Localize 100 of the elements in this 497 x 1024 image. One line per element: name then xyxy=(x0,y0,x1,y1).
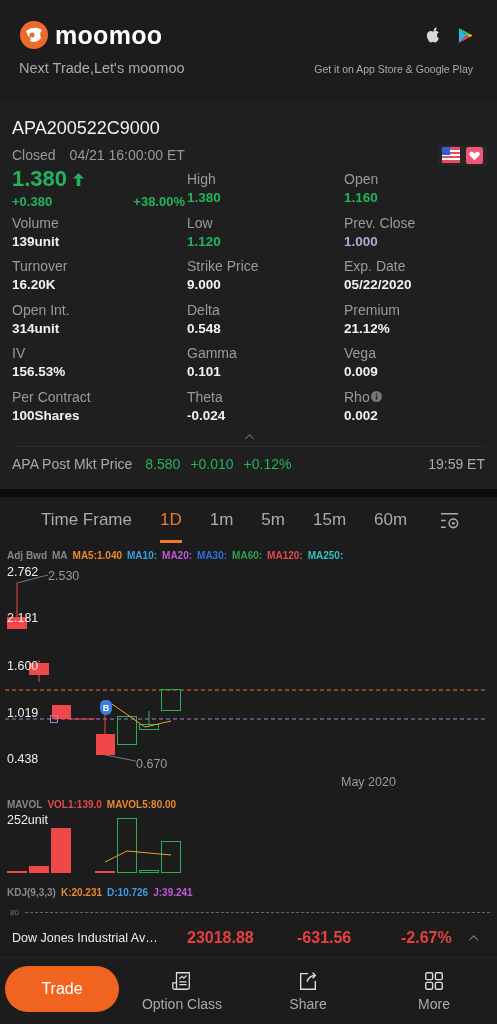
stat-label: Turnover xyxy=(12,258,68,274)
price-change-percent: +38.00% xyxy=(133,194,185,209)
candle xyxy=(52,705,71,719)
volume-bar xyxy=(51,828,71,873)
info-icon[interactable] xyxy=(370,391,382,402)
chart-document-icon[interactable] xyxy=(171,970,193,992)
stat-label: Premium xyxy=(344,301,400,318)
store-text: Get it on App Store & Google Play xyxy=(314,63,473,75)
moving-average-value: MA10: xyxy=(127,550,158,562)
time-frame-tab[interactable]: 1m xyxy=(209,497,234,543)
nav-label[interactable]: Option Class xyxy=(141,996,223,1012)
moving-average-line xyxy=(111,703,172,728)
flag-icon xyxy=(442,146,460,163)
stat-label: High xyxy=(187,171,216,187)
axis-label: 1.019 xyxy=(7,706,39,720)
post-market-change: +0.010 xyxy=(190,456,234,472)
nav-label[interactable]: More xyxy=(418,996,450,1012)
axis-label: May 2020 xyxy=(341,775,396,791)
low-label: 0.670 xyxy=(136,757,168,771)
price-change: +0.380 xyxy=(12,194,53,209)
time-frame-tab[interactable]: 1D xyxy=(160,497,182,543)
kdj-value: K:20.231 xyxy=(60,887,103,899)
buy-marker[interactable]: B xyxy=(100,700,112,715)
stat-label: IV xyxy=(12,345,26,361)
stat-label: Prev. Close xyxy=(344,214,416,231)
leader-line xyxy=(16,574,49,584)
market-status: Closed xyxy=(12,147,56,163)
stat-value: 156.53% xyxy=(12,364,67,379)
time-frame-tab[interactable]: 5m xyxy=(261,497,285,543)
expand-caret-icon[interactable] xyxy=(467,935,479,941)
volume-value: VOL1:139.0 xyxy=(47,799,102,811)
option-symbol: APA200522C9000 xyxy=(12,118,161,139)
indicator-label: MA xyxy=(52,550,68,562)
post-market-change-percent: +0.12% xyxy=(243,456,292,472)
post-market-time: 19:59 ET xyxy=(428,456,485,472)
connector-line xyxy=(70,718,96,720)
brand-name: moomoo xyxy=(55,20,163,50)
stat-value: 0.101 xyxy=(187,364,222,379)
time-frame-tab[interactable]: 60m xyxy=(374,497,408,543)
stat-value: 1.380 xyxy=(187,190,222,205)
stat-label: Vega xyxy=(344,345,376,361)
candle xyxy=(117,716,137,745)
indicator-label: KDJ(9,3,3) xyxy=(7,887,56,899)
logo-icon xyxy=(19,20,49,50)
volume-value: MAVOL5:80.00 xyxy=(106,799,177,811)
collapse-caret-icon[interactable] xyxy=(244,434,255,440)
stat-value: 0.548 xyxy=(187,320,222,336)
tagline: Next Trade,Let's moomoo xyxy=(19,60,185,76)
volume-bar xyxy=(117,818,137,873)
stat-value: 0.009 xyxy=(344,364,379,379)
play-store-icon[interactable] xyxy=(458,26,473,44)
stat-label: Delta xyxy=(187,301,220,318)
moving-average-value: MA120: xyxy=(267,550,303,562)
stat-value: 21.12% xyxy=(344,320,391,336)
kdj-value: J:39.241 xyxy=(153,887,193,899)
leader-line xyxy=(104,754,137,762)
high-label: 2.530 xyxy=(48,569,80,583)
volume-bar xyxy=(161,841,181,873)
stat-label: Open xyxy=(344,171,379,187)
indicator-label: MAVOL xyxy=(7,799,43,811)
nav-label[interactable]: Share xyxy=(289,996,327,1012)
axis-label: 0.438 xyxy=(7,752,39,766)
stat-label: Per Contract xyxy=(12,388,91,405)
quote-time: 04/21 16:00:00 ET xyxy=(69,147,185,163)
index-name: Dow Jones Industrial Av… xyxy=(12,931,159,945)
adjust-label: Adj Bwd xyxy=(7,550,47,562)
last-price: 1.380 xyxy=(12,166,68,192)
post-market-price: 8.580 xyxy=(145,456,181,472)
stat-label: Rho xyxy=(344,388,370,405)
stat-label: Volume xyxy=(12,214,59,231)
stat-value: 139unit xyxy=(12,233,61,249)
moving-average-value: MA60: xyxy=(232,550,263,562)
stat-value: 0.002 xyxy=(344,407,379,423)
axis-label: 252unit xyxy=(7,813,48,827)
stat-value: 9.000 xyxy=(187,277,222,292)
axis-label: 2.762 xyxy=(7,565,39,579)
stat-label: Gamma xyxy=(187,345,237,361)
kdj-value: D:10.726 xyxy=(107,887,149,899)
moving-average-line xyxy=(104,850,172,863)
volume-bar xyxy=(139,870,159,873)
stat-label: Strike Price xyxy=(187,258,259,274)
stat-label: Theta xyxy=(187,388,223,405)
stat-value: 1.160 xyxy=(344,190,379,205)
time-frame-tab[interactable]: 15m xyxy=(313,497,347,543)
time-frame-tab[interactable]: Time Frame xyxy=(41,497,132,543)
stat-value: 05/22/2020 xyxy=(344,277,413,292)
stat-value: 1.120 xyxy=(187,233,222,249)
marker-icon xyxy=(50,715,58,723)
apple-icon[interactable] xyxy=(426,27,440,43)
share-icon[interactable] xyxy=(297,970,319,992)
volume-bar xyxy=(29,866,49,873)
moving-average-value: MA250: xyxy=(307,550,344,562)
post-market-label: APA Post Mkt Price xyxy=(12,456,133,472)
stat-label: Exp. Date xyxy=(344,258,406,274)
stat-label: Low xyxy=(187,214,213,231)
index-value: 23018.88 xyxy=(187,929,255,947)
grid-icon[interactable] xyxy=(423,970,445,992)
moving-average-value: MA5:1.040 xyxy=(72,550,123,562)
stat-value: 314unit xyxy=(12,320,61,336)
stat-value: 16.20K xyxy=(12,277,57,292)
